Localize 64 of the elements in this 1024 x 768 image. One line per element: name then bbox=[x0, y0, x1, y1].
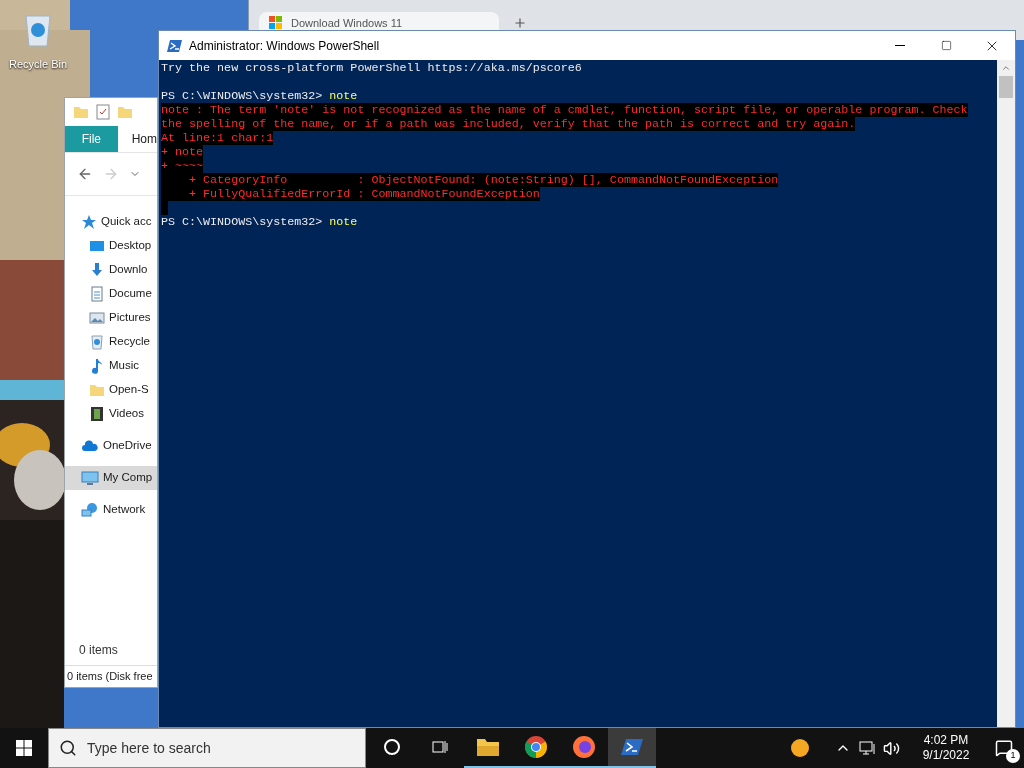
recycle-bin-icon bbox=[89, 334, 105, 350]
command-text: note bbox=[329, 89, 358, 103]
notification-icon bbox=[995, 739, 1013, 757]
ribbon-tab[interactable]: Hom bbox=[117, 126, 157, 152]
clock-date[interactable]: 9/1/2022 bbox=[922, 748, 970, 763]
tree-item[interactable]: Network bbox=[65, 498, 157, 522]
powershell-icon bbox=[167, 37, 183, 54]
browser-tab[interactable]: Download Windows 11 bbox=[259, 12, 499, 30]
tree-item[interactable]: Pictures bbox=[65, 306, 157, 330]
console-line: Try the new cross-platform PowerShell https://aka.ms/pscore6 bbox=[161, 61, 583, 75]
status-bar: 0 items (Disk free bbox=[65, 665, 157, 687]
monitor-icon bbox=[89, 238, 105, 254]
tree-item[interactable]: My Comp bbox=[65, 466, 157, 490]
windows-logo-icon bbox=[16, 740, 32, 756]
tree-item[interactable]: Downlo bbox=[65, 258, 157, 282]
folder-icon bbox=[476, 737, 500, 757]
network-icon[interactable] bbox=[859, 740, 877, 756]
notification-badge: 1 bbox=[1006, 749, 1020, 763]
film-icon bbox=[89, 406, 105, 422]
tree-item[interactable]: Quick acc bbox=[65, 210, 157, 234]
tree-item[interactable]: Videos bbox=[65, 402, 157, 426]
tree-item[interactable]: OneDrive bbox=[65, 434, 157, 458]
minimize-icon bbox=[895, 45, 905, 46]
circle-icon bbox=[383, 738, 401, 756]
four-squares-icon bbox=[269, 16, 283, 30]
task-view-icon bbox=[431, 738, 449, 756]
tree-item[interactable]: Desktop bbox=[65, 234, 157, 258]
firefox-icon bbox=[572, 735, 596, 759]
scrollbar-thumb[interactable] bbox=[999, 76, 1013, 98]
computer-icon bbox=[81, 470, 99, 486]
prompt-text: PS C:\WINDOWS\system32> bbox=[161, 89, 323, 103]
powershell-icon bbox=[621, 737, 643, 757]
cloud-icon bbox=[81, 438, 99, 454]
chrome-icon bbox=[524, 735, 548, 759]
error-line-background bbox=[161, 201, 168, 215]
volume-icon[interactable] bbox=[883, 739, 900, 757]
scrollbar[interactable] bbox=[997, 60, 1015, 727]
back-icon[interactable] bbox=[77, 166, 93, 182]
image-icon bbox=[89, 310, 105, 326]
clock-time[interactable]: 4:02 PM bbox=[923, 733, 969, 748]
download-arrow-icon bbox=[89, 262, 105, 278]
folder-icon bbox=[73, 104, 89, 120]
maximize-icon bbox=[940, 40, 952, 51]
notifications-button[interactable]: 1 bbox=[984, 728, 1024, 768]
network-icon bbox=[81, 502, 99, 518]
tab-title: Download Windows 11 bbox=[291, 16, 403, 30]
tree-item[interactable]: Recycle bbox=[65, 330, 157, 354]
taskbar-app[interactable] bbox=[608, 728, 656, 768]
document-icon bbox=[89, 286, 105, 302]
new-tab-icon[interactable] bbox=[513, 16, 527, 30]
star-icon bbox=[81, 214, 97, 230]
prompt-text: PS C:\WINDOWS\system32> bbox=[161, 215, 323, 229]
search-icon bbox=[59, 739, 77, 757]
window-title: Administrator: Windows PowerShell bbox=[189, 37, 380, 55]
tree-item[interactable]: Open-S bbox=[65, 378, 157, 402]
command-text: note bbox=[329, 215, 358, 229]
tree-item[interactable]: Docume bbox=[65, 282, 157, 306]
folder-icon bbox=[89, 382, 105, 398]
item-count: 0 items bbox=[78, 642, 119, 659]
tree-item[interactable]: Music bbox=[65, 354, 157, 378]
search-field[interactable]: Type here to search bbox=[48, 728, 366, 768]
folder-icon bbox=[117, 104, 133, 120]
checklist-icon[interactable] bbox=[95, 104, 111, 120]
circle-icon[interactable] bbox=[791, 739, 809, 757]
